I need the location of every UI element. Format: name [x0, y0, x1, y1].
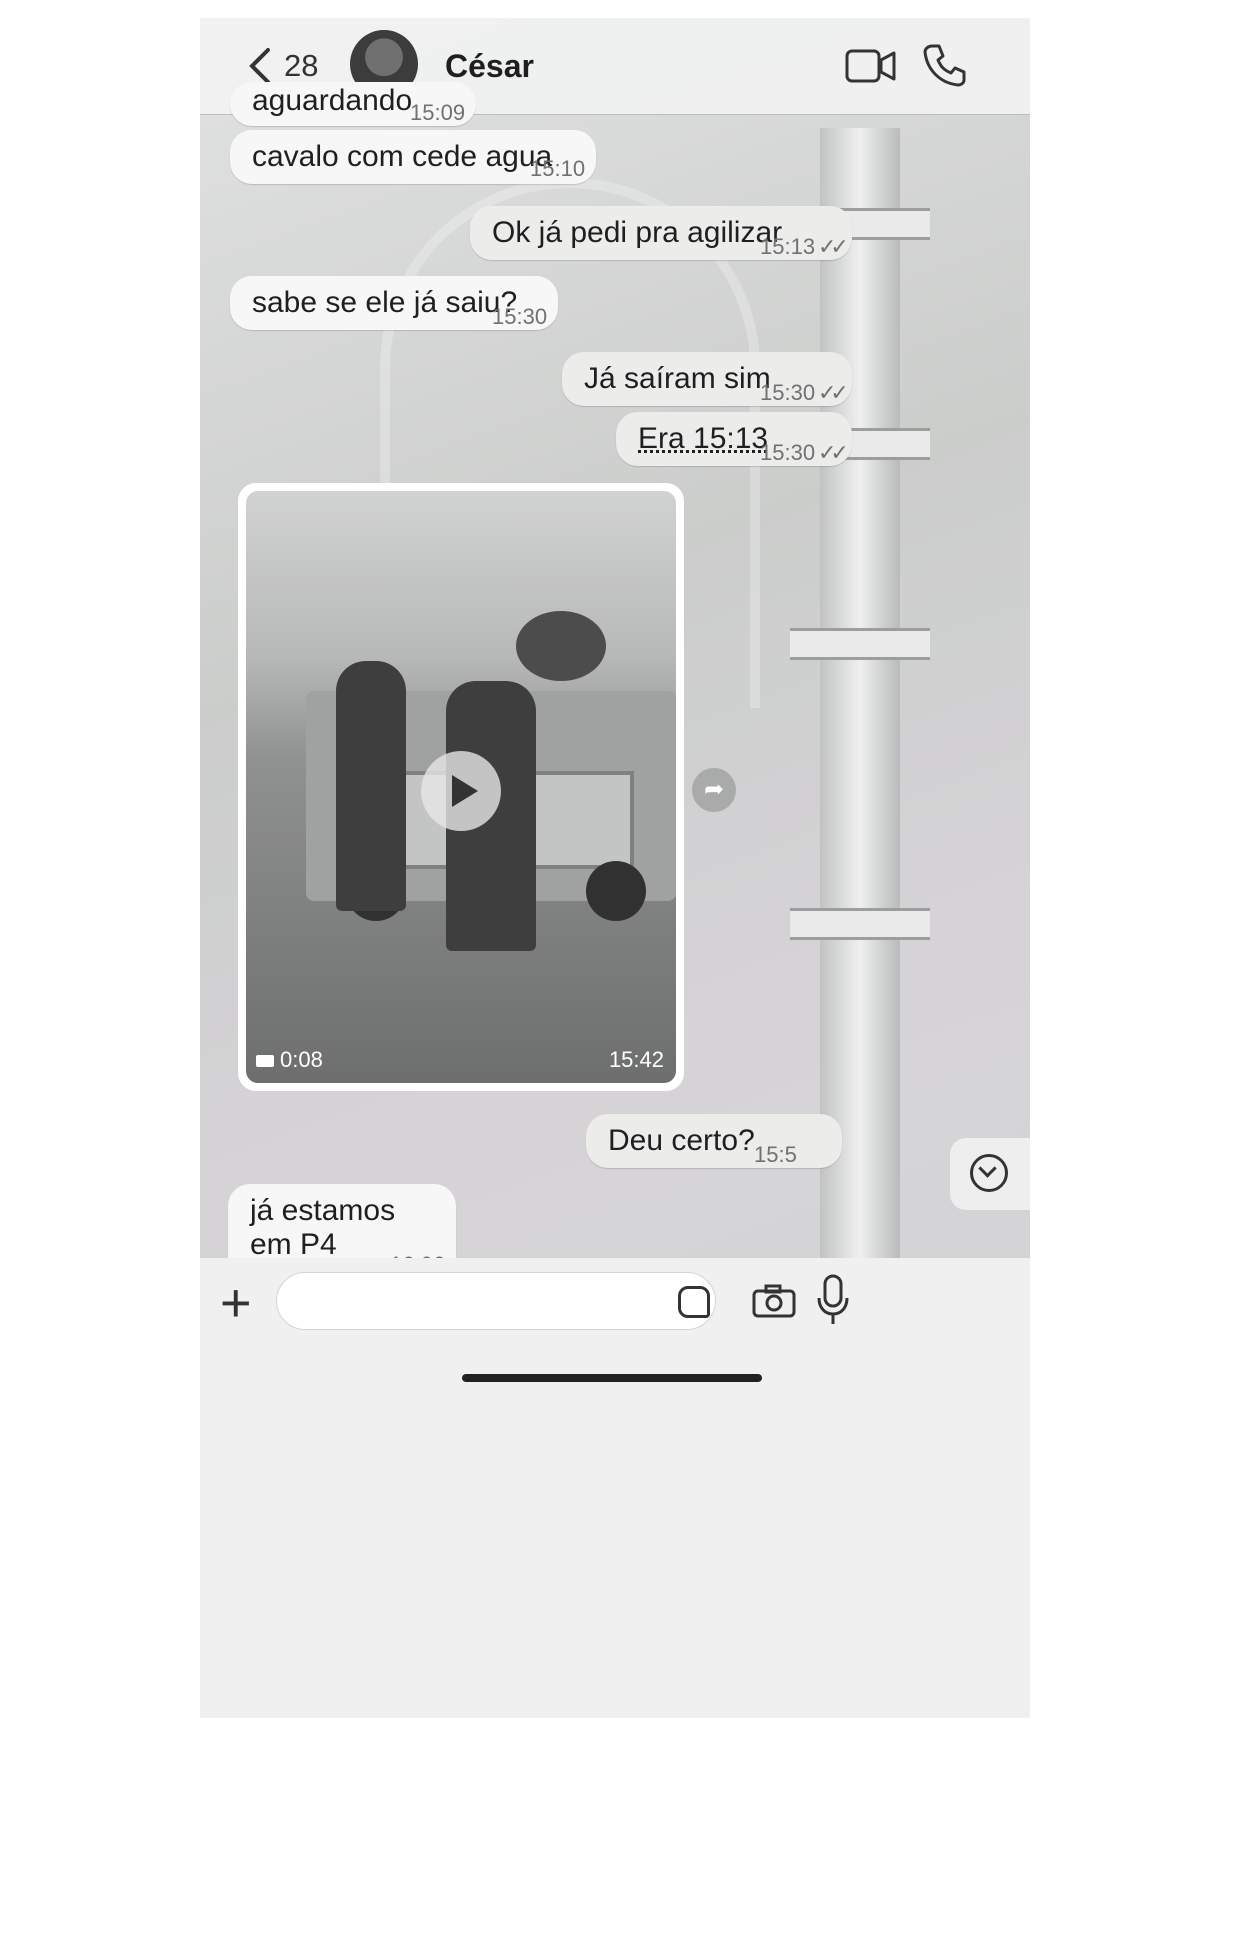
phone-icon[interactable] — [922, 42, 968, 88]
unread-count[interactable]: 28 — [284, 48, 318, 84]
sticker-icon[interactable] — [678, 1286, 710, 1318]
home-indicator[interactable] — [462, 1374, 762, 1382]
message-time: 15:30 — [760, 380, 816, 405]
message-composer: + — [200, 1258, 1030, 1718]
scroll-to-bottom-button[interactable] — [950, 1138, 1030, 1210]
message-incoming[interactable]: aguardando 15:09 — [230, 82, 476, 126]
message-time: 15:42 — [608, 1047, 664, 1072]
read-ticks-icon: ✓✓ — [818, 440, 849, 465]
message-text: cavalo com cede agua — [252, 140, 553, 173]
forward-icon[interactable]: ➦ — [692, 768, 736, 812]
play-icon[interactable] — [421, 751, 501, 831]
message-text: sabe se ele já saiu? — [252, 286, 518, 319]
message-text: Já saíram sim — [584, 362, 771, 395]
video-camera-icon — [256, 1055, 274, 1068]
message-text: aguardando — [252, 84, 413, 117]
read-ticks-icon: ✓✓ — [818, 234, 849, 259]
video-duration: 0:08 — [256, 1047, 323, 1073]
message-incoming[interactable]: cavalo com cede agua 15:10 — [230, 130, 596, 184]
video-message[interactable]: 0:08 15:42 — [238, 483, 684, 1091]
plus-icon[interactable]: + — [220, 1276, 252, 1330]
message-time: 15:10 — [530, 156, 586, 181]
message-incoming[interactable]: sabe se ele já saiu? 15:30 — [230, 276, 558, 330]
message-outgoing[interactable]: Deu certo? 15:5 — [586, 1114, 842, 1168]
message-text: Era 15:13 — [638, 422, 769, 455]
message-time: 15:13 — [760, 234, 816, 259]
message-outgoing[interactable]: Já saíram sim 15:30 ✓✓ — [562, 352, 852, 406]
message-text: Ok já pedi pra agilizar — [492, 216, 783, 249]
message-text: já estamos em P4 — [250, 1194, 396, 1261]
camera-icon[interactable] — [752, 1284, 796, 1318]
message-time: 15:30 — [760, 440, 816, 465]
message-time: 15:5 — [754, 1142, 797, 1167]
video-call-icon[interactable] — [845, 48, 897, 84]
message-time: 15:09 — [410, 100, 466, 125]
video-thumbnail[interactable]: 0:08 15:42 — [246, 491, 676, 1083]
message-outgoing[interactable]: Era 15:13 15:30 ✓✓ — [616, 412, 852, 466]
message-input[interactable] — [276, 1272, 716, 1330]
contact-name[interactable]: César — [445, 48, 534, 85]
microphone-icon[interactable] — [815, 1274, 851, 1326]
message-text: Deu certo? — [608, 1124, 755, 1157]
message-time: 15:30 — [492, 304, 548, 329]
chat-screen: 28 César aguardando 15:09 cavalo com ced… — [200, 18, 1030, 1718]
read-ticks-icon: ✓✓ — [818, 380, 849, 405]
message-outgoing[interactable]: Ok já pedi pra agilizar 15:13 ✓✓ — [470, 206, 852, 260]
